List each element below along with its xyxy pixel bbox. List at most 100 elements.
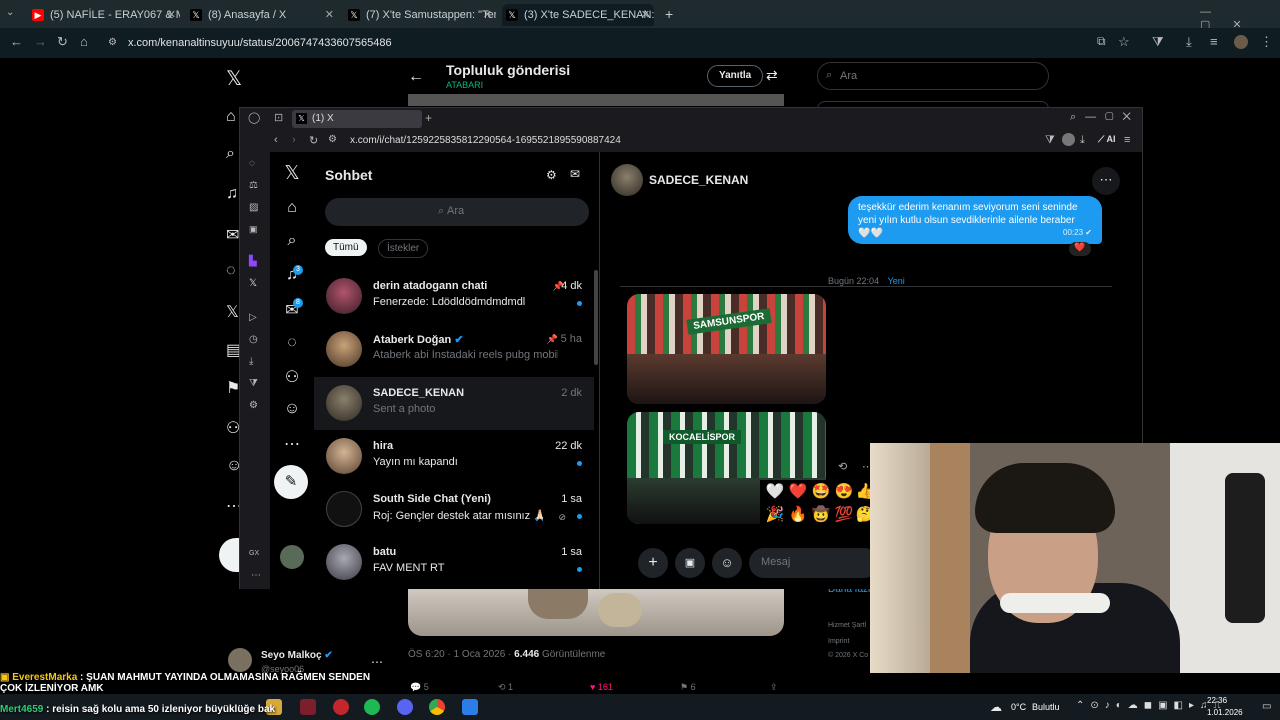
media-icon[interactable]: ≡ (1210, 34, 1218, 49)
bookmark-star-icon[interactable]: ☆ (1118, 34, 1130, 50)
avatar[interactable] (280, 545, 304, 569)
add-attachment-button[interactable]: + (638, 548, 668, 578)
profile-avatar[interactable] (1062, 133, 1075, 146)
chat-list-item[interactable]: hira Yayın mı kapandı 22 dk (314, 430, 594, 483)
extensions-icon[interactable]: ⧩ (1152, 34, 1164, 50)
install-icon[interactable]: ⧉ (1097, 34, 1106, 49)
tab-search-icon[interactable]: ⌄ (6, 7, 20, 21)
speed-dial-icon[interactable]: ◌ (249, 158, 255, 169)
reply-stat[interactable]: 💬 5 (410, 682, 429, 693)
x-icon[interactable]: 𝕏 (249, 278, 257, 289)
twitch-icon[interactable]: ▙ (249, 256, 257, 267)
sent-message-bubble[interactable]: teşekkür ederim kenanım seviyorum seni s… (848, 196, 1102, 244)
download-icon[interactable]: ⤓ (1080, 134, 1085, 147)
ai-button[interactable]: ⟋ AI (1098, 134, 1115, 145)
address-bar[interactable]: x.com/kenanaltinsuyuu/status/20067474336… (100, 33, 1140, 53)
more-icon[interactable]: ⋯ (282, 434, 302, 454)
system-tray-icons[interactable]: ⌃⊙♪◐☁◼▣◧▸♫⎍ (1076, 700, 1227, 711)
menu-icon[interactable]: ⋮ (1260, 34, 1273, 50)
gx-control-icon[interactable]: ⚖ (249, 180, 258, 191)
filter-requests[interactable]: İstekler (378, 239, 429, 258)
chrome-icon[interactable] (429, 699, 445, 715)
back-icon[interactable]: ‹ (274, 134, 278, 146)
received-photo-1[interactable]: SAMSUNSPOR (627, 294, 826, 404)
compose-button[interactable]: ✎ (274, 465, 308, 499)
conversation-title[interactable]: SADECE_KENAN (649, 173, 748, 187)
app-icon[interactable] (300, 699, 316, 715)
opera-gx-icon[interactable] (333, 699, 349, 715)
weather-temp[interactable]: 0°C (1011, 702, 1026, 712)
avatar[interactable] (611, 164, 643, 196)
new-tab-icon[interactable]: + (665, 6, 673, 22)
spotify-icon[interactable] (364, 699, 380, 715)
close-icon[interactable]: ✕ (483, 8, 492, 21)
profile-avatar[interactable] (1234, 35, 1248, 49)
opera-icon[interactable]: ◯ (248, 111, 260, 124)
chat-list-item[interactable]: South Side Chat (Yeni) Roj: Gençler dest… (314, 483, 594, 536)
chat-search-input[interactable]: Ara (325, 198, 589, 226)
x-logo-icon[interactable]: 𝕏 (226, 66, 242, 91)
browser-tab-3[interactable]: 𝕏 (7) X'te Samustappen: "Temuda✕ (344, 4, 496, 26)
window-controls[interactable]: ⌕—▢✕ (1070, 111, 1140, 124)
notification-center-icon[interactable]: ▭ (1262, 701, 1271, 712)
new-message-icon[interactable]: ✉ (570, 167, 580, 181)
history-icon[interactable]: ◷ (249, 334, 258, 345)
profile-icon[interactable]: ☺ (282, 400, 302, 420)
back-icon[interactable]: ← (10, 34, 23, 49)
forward-icon[interactable]: → (34, 34, 47, 49)
settings-icon[interactable]: ⚙ (546, 168, 557, 182)
avatar[interactable] (228, 648, 252, 672)
browser-tab-1[interactable]: ▶ (5) NAFİLE - ERAY067 & MANS✕ (28, 4, 180, 26)
sort-icon[interactable]: ⇄ (766, 67, 778, 84)
new-tab-icon[interactable]: + (425, 111, 432, 125)
menu-icon[interactable]: ≡ (1124, 134, 1130, 146)
bookmark-stat[interactable]: ⚑ 6 (680, 682, 696, 693)
share-icon[interactable]: ⇪ (770, 682, 778, 693)
message-input[interactable]: Mesaj (749, 548, 879, 578)
settings-icon[interactable]: ⚙ (249, 400, 258, 411)
back-arrow-icon[interactable]: ← (408, 68, 424, 86)
message-reaction[interactable]: ❤️ (1069, 242, 1091, 256)
inner-address-bar[interactable]: x.com/i/chat/1259225835812290564-1695521… (240, 130, 1142, 152)
emoji-button[interactable]: ☺ (712, 548, 742, 578)
search-input[interactable]: Ara (817, 62, 1049, 90)
more-icon[interactable]: ⋯ (251, 570, 261, 581)
like-stat[interactable]: ♥ 161 (590, 682, 613, 692)
browser-tab-2[interactable]: 𝕏 (8) Anasayfa / X ✕ (186, 4, 338, 26)
home-icon[interactable]: ⌂ (282, 199, 302, 219)
chat-list-item[interactable]: Ataberk Doğan ✔ Ataberk abi İnstadaki re… (314, 323, 594, 376)
close-icon[interactable]: ✕ (641, 8, 650, 21)
reload-icon[interactable]: ↻ (309, 134, 318, 147)
close-icon[interactable]: ✕ (167, 8, 176, 21)
post-image-bottom[interactable] (408, 589, 784, 636)
chat-list-item[interactable]: batu FAV MENT RT 1 sa (314, 536, 594, 589)
search-icon[interactable]: ⌕ (282, 232, 302, 252)
home-icon[interactable]: ⌂ (80, 34, 88, 49)
footer-imprint[interactable]: Imprint (828, 638, 849, 645)
x-logo-icon[interactable]: 𝕏 (282, 162, 302, 184)
clock-date[interactable]: 1.01.2026 (1207, 708, 1243, 717)
gif-button[interactable]: ▣ (675, 548, 705, 578)
filter-all[interactable]: Tümü (325, 239, 367, 256)
footer-terms[interactable]: Hizmet Şartl (828, 622, 866, 629)
clock-time[interactable]: 22:36 (1207, 696, 1227, 705)
chat-list-item[interactable]: derin atadogann chati Fenerzede: Ldödldö… (314, 270, 594, 323)
discord-icon[interactable] (397, 699, 413, 715)
download-icon[interactable]: ⤓ (1186, 34, 1192, 50)
extensions-icon[interactable]: ⧩ (249, 378, 258, 389)
site-info-icon[interactable]: ⚙ (328, 134, 337, 145)
browser-tab-4[interactable]: 𝕏 (3) X'te SADECE_KENAN: "Delik✕ (502, 4, 654, 26)
tab-islands-icon[interactable]: ⊡ (274, 111, 283, 124)
repost-stat[interactable]: ⟲ 1 (498, 682, 513, 693)
chat-list-item-selected[interactable]: SADECE_KENAN Sent a photo 2 dk (314, 377, 594, 430)
player-icon[interactable]: ▷ (249, 312, 257, 323)
profile-name[interactable]: Seyo Malkoç ✔ (261, 650, 333, 661)
conversation-info-button[interactable]: ⋯ (1092, 167, 1120, 195)
grok-icon[interactable]: ◌ (282, 334, 302, 354)
app-icon[interactable] (462, 699, 478, 715)
more-options-icon[interactable]: ⋯ (371, 655, 383, 669)
share-icon[interactable]: ⟲ (838, 460, 847, 473)
close-icon[interactable]: ✕ (325, 8, 334, 21)
chat-list-scrollbar[interactable] (594, 270, 598, 365)
gx-corner-icon[interactable]: ▨ (249, 202, 258, 213)
